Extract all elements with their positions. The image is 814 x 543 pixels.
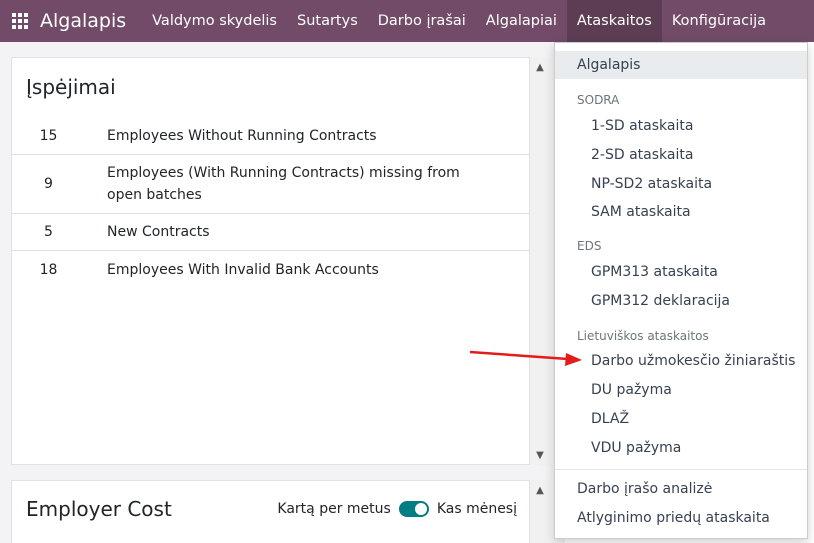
warning-count: 15 (39, 128, 58, 144)
nav-valdymo-skydelis[interactable]: Valdymo skydelis (142, 0, 287, 42)
warnings-scrollbar[interactable]: ▲ ▼ (530, 57, 550, 465)
warning-label: Employees Without Running Contracts (107, 128, 377, 144)
warning-row[interactable]: 15 Employees Without Running Contracts (12, 118, 529, 155)
scroll-up-icon[interactable]: ▲ (530, 482, 550, 498)
menu-item-gpm312[interactable]: GPM312 deklaracija (555, 289, 807, 313)
period-toggle[interactable] (398, 501, 429, 517)
menu-item-darbo-iraso-analize[interactable]: Darbo įrašo analizė (555, 477, 807, 501)
warning-label: New Contracts (107, 224, 210, 240)
warning-label: Employees (With Running Contracts) missi… (107, 165, 460, 203)
menu-item-npsd2[interactable]: NP-SD2 ataskaita (555, 172, 807, 196)
app-brand[interactable]: Algalapis (40, 0, 142, 42)
menu-item-vdu-pazyma[interactable]: VDU pažyma (555, 436, 807, 460)
nav-ataskaitos[interactable]: Ataskaitos (566, 0, 662, 42)
menu-item-du-pazyma[interactable]: DU pažyma (555, 378, 807, 402)
apps-menu-icon[interactable] (0, 0, 40, 42)
top-navbar: Algalapis Valdymo skydelis Sutartys Darb… (0, 0, 814, 42)
section-header-eds: EDS (577, 239, 602, 253)
nav-darbo-irasai[interactable]: Darbo įrašai (368, 0, 476, 42)
warning-count: 18 (39, 261, 58, 278)
menu-item-dlaz[interactable]: DLAŽ (555, 407, 807, 431)
menu-item-sam[interactable]: SAM ataskaita (555, 200, 807, 224)
nav-konfiguracija[interactable]: Konfigūracija (662, 0, 776, 42)
scroll-up-icon[interactable]: ▲ (530, 59, 550, 75)
warning-label: Employees With Invalid Bank Accounts (107, 261, 379, 278)
menu-item-darbo-uzmokescio[interactable]: Darbo užmokesčio žiniaraštis (555, 349, 807, 373)
section-header-sodra: SODRA (577, 93, 620, 107)
toggle-label-monthly: Kas mėnesį (436, 501, 517, 517)
warning-count: 9 (44, 176, 53, 192)
employer-cost-scrollbar[interactable]: ▲ (530, 480, 550, 543)
menu-item-atlyginimo-priedu[interactable]: Atlyginimo priedų ataskaita (555, 506, 807, 530)
nav-sutartys[interactable]: Sutartys (287, 0, 368, 42)
menu-item-2sd[interactable]: 2-SD ataskaita (555, 143, 807, 167)
employer-cost-card: Employer Cost Kartą per metus Kas mėnesį (11, 480, 530, 543)
menu-item-algalapis[interactable]: Algalapis (555, 51, 807, 79)
menu-item-1sd[interactable]: 1-SD ataskaita (555, 114, 807, 138)
nav-algalapiai[interactable]: Algalapiai (476, 0, 567, 42)
scroll-down-icon[interactable]: ▼ (530, 447, 550, 463)
toggle-label-yearly: Kartą per metus (277, 501, 391, 517)
warnings-card: Įspėjimai 15 Employees Without Running C… (11, 57, 530, 465)
reports-dropdown: Algalapis SODRA 1-SD ataskaita 2-SD atas… (554, 42, 808, 539)
warning-row[interactable]: 18 Employees With Invalid Bank Accounts (12, 251, 529, 288)
period-toggle-group: Kartą per metus Kas mėnesį (277, 501, 517, 517)
menu-divider (555, 469, 807, 470)
warning-row[interactable]: 9 Employees (With Running Contracts) mis… (12, 155, 529, 214)
menu-item-gpm313[interactable]: GPM313 ataskaita (555, 260, 807, 284)
warnings-title: Įspėjimai (26, 75, 116, 99)
employer-cost-title: Employer Cost (26, 497, 172, 521)
section-header-lietuviskos: Lietuviškos ataskaitos (577, 329, 709, 343)
warning-row[interactable]: 5 New Contracts (12, 214, 529, 251)
warning-count: 5 (44, 224, 53, 240)
